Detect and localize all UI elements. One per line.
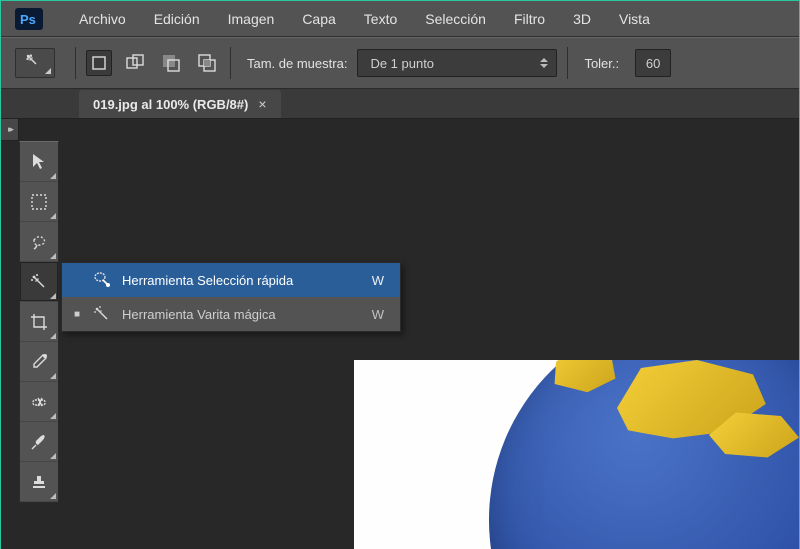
divider — [567, 47, 568, 79]
healing-brush-tool[interactable] — [20, 382, 58, 422]
menu-archivo[interactable]: Archivo — [65, 1, 140, 37]
sample-size-value: De 1 punto — [370, 56, 434, 71]
spinner-icon — [540, 54, 548, 72]
document-tab[interactable]: 019.jpg al 100% (RGB/8#) × — [79, 90, 281, 118]
magic-wand-tool[interactable] — [20, 262, 58, 302]
tolerance-value: 60 — [646, 56, 660, 71]
document-canvas[interactable] — [354, 360, 799, 549]
selection-add-button[interactable] — [122, 50, 148, 76]
rect-marquee-tool[interactable] — [20, 182, 58, 222]
selection-mode-group — [86, 50, 220, 76]
document-tab-title: 019.jpg al 100% (RGB/8#) — [93, 97, 248, 112]
move-tool[interactable] — [20, 142, 58, 182]
close-icon[interactable]: × — [258, 96, 266, 112]
menu-imagen[interactable]: Imagen — [214, 1, 289, 37]
stamp-tool[interactable] — [20, 462, 58, 502]
flyout-quick-selection[interactable]: Herramienta Selección rápida W — [62, 263, 400, 297]
options-bar: Tam. de muestra: De 1 punto Toler.: 60 — [1, 37, 799, 89]
svg-text:Ps: Ps — [20, 12, 36, 27]
flyout-item-label: Herramienta Selección rápida — [122, 273, 362, 288]
brush-tool[interactable] — [20, 422, 58, 462]
tool-flyout-menu: Herramienta Selección rápida W ■ Herrami… — [61, 262, 401, 332]
tolerance-field[interactable]: 60 — [635, 49, 671, 77]
tolerance-label: Toler.: — [584, 56, 619, 71]
selection-new-button[interactable] — [86, 50, 112, 76]
photoshop-logo: Ps — [15, 8, 43, 30]
flyout-item-shortcut: W — [372, 273, 384, 288]
menu-3d[interactable]: 3D — [559, 1, 605, 37]
selection-subtract-button[interactable] — [158, 50, 184, 76]
sample-size-label: Tam. de muestra: — [247, 56, 347, 71]
toolbox — [19, 141, 59, 503]
menu-vista[interactable]: Vista — [605, 1, 664, 37]
document-tab-bar: 019.jpg al 100% (RGB/8#) × — [1, 89, 799, 119]
flyout-item-label: Herramienta Varita mágica — [122, 307, 362, 322]
menubar: Ps Archivo Edición Imagen Capa Texto Sel… — [1, 1, 799, 37]
magic-wand-icon — [92, 305, 112, 323]
sample-size-dropdown[interactable]: De 1 punto — [357, 49, 557, 77]
eyedropper-tool[interactable] — [20, 342, 58, 382]
flyout-item-shortcut: W — [372, 307, 384, 322]
menu-edicion[interactable]: Edición — [140, 1, 214, 37]
workspace: ▸▸ — [1, 119, 799, 549]
flyout-magic-wand[interactable]: ■ Herramienta Varita mágica W — [62, 297, 400, 331]
divider — [230, 47, 231, 79]
crop-tool[interactable] — [20, 302, 58, 342]
menu-texto[interactable]: Texto — [350, 1, 411, 37]
globe-image — [489, 360, 799, 549]
check-icon: ■ — [72, 309, 82, 320]
chevron-right-icon: ▸▸ — [8, 124, 11, 135]
menu-filtro[interactable]: Filtro — [500, 1, 559, 37]
lasso-tool[interactable] — [20, 222, 58, 262]
quick-select-icon — [92, 271, 112, 289]
selection-intersect-button[interactable] — [194, 50, 220, 76]
current-tool-preset[interactable] — [15, 48, 55, 78]
menu-capa[interactable]: Capa — [288, 1, 349, 37]
panel-collapse-button[interactable]: ▸▸ — [1, 119, 19, 141]
menu-seleccion[interactable]: Selección — [411, 1, 500, 37]
divider — [75, 47, 76, 79]
